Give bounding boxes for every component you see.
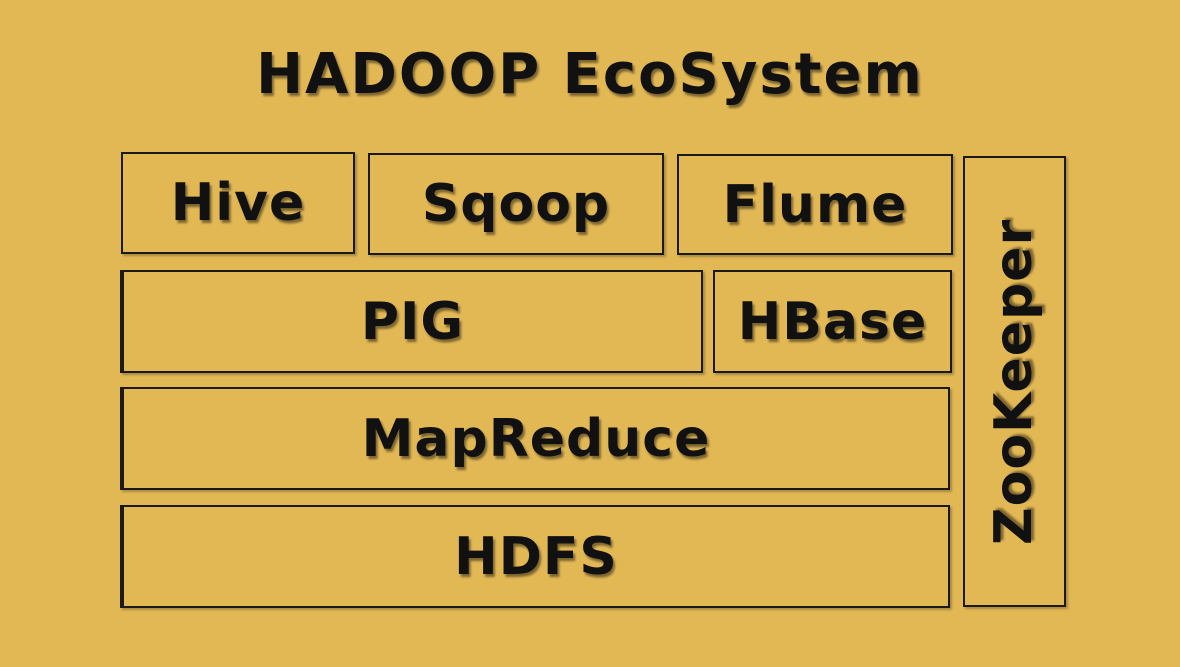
hbase-box: HBase xyxy=(713,270,952,373)
sqoop-label: Sqoop xyxy=(421,174,611,234)
hdfs-box: HDFS xyxy=(120,505,950,608)
mapreduce-label: MapReduce xyxy=(361,408,711,469)
hive-label: Hive xyxy=(170,173,306,233)
zookeeper-label: ZooKeeper xyxy=(984,218,1045,545)
hdfs-label: HDFS xyxy=(454,526,618,587)
flume-label: Flume xyxy=(722,174,908,235)
hbase-label: HBase xyxy=(737,291,928,352)
mapreduce-box: MapReduce xyxy=(120,387,950,490)
pig-box: PIG xyxy=(120,270,703,373)
pig-label: PIG xyxy=(360,291,465,352)
hive-box: Hive xyxy=(121,152,355,254)
sqoop-box: Sqoop xyxy=(368,153,664,255)
diagram-title: HADOOP EcoSystem xyxy=(256,42,924,107)
zookeeper-box: ZooKeeper xyxy=(963,156,1066,607)
flume-box: Flume xyxy=(677,154,953,255)
